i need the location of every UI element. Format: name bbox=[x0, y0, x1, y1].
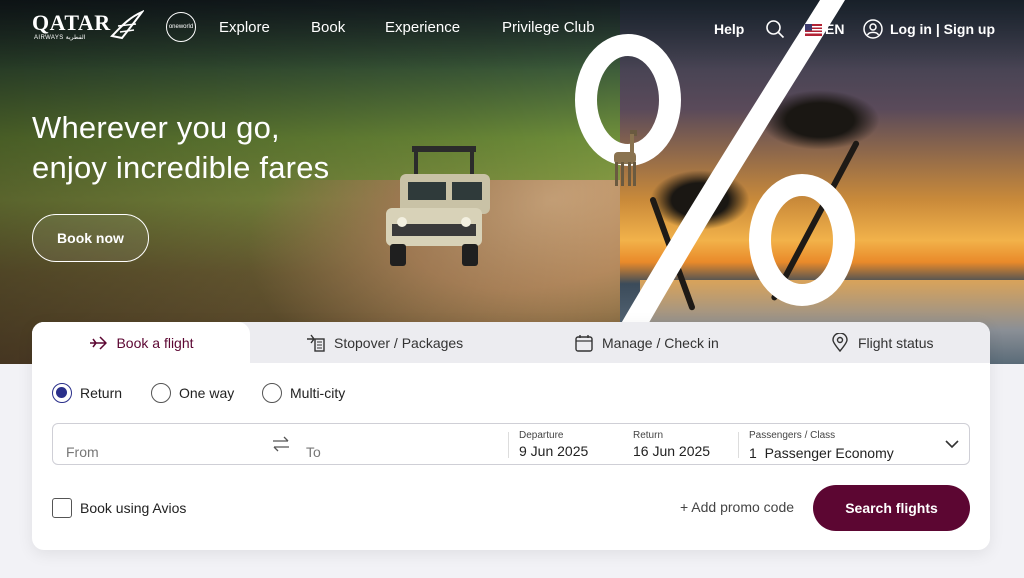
hero-headline-line1: Wherever you go, bbox=[32, 110, 280, 145]
departure-date[interactable]: 9 Jun 2025 bbox=[519, 443, 588, 459]
us-flag-icon bbox=[805, 24, 822, 36]
giraffe-image bbox=[614, 130, 637, 186]
nav-explore[interactable]: Explore bbox=[219, 19, 270, 36]
checkbox-box bbox=[52, 498, 72, 518]
tab-label: Book a flight bbox=[116, 334, 194, 351]
tab-label: Flight status bbox=[858, 334, 934, 351]
radio-dot bbox=[52, 383, 72, 403]
qatar-airways-logo[interactable]: QATAR AIRWAYS القطرية bbox=[32, 10, 144, 44]
hero-headline-line2: enjoy incredible fares bbox=[32, 150, 330, 185]
user-icon[interactable] bbox=[863, 19, 883, 39]
hotel-plane-icon bbox=[307, 334, 325, 352]
radio-return[interactable]: Return bbox=[52, 383, 122, 403]
book-now-button[interactable]: Book now bbox=[32, 214, 149, 262]
flight-search-row: From To Departure 9 Jun 2025 Return 16 J… bbox=[52, 423, 970, 465]
divider bbox=[738, 432, 739, 458]
hero-headline: Wherever you go, enjoy incredible fares bbox=[32, 108, 329, 188]
tab-stopover-packages[interactable]: Stopover / Packages bbox=[306, 322, 463, 363]
search-flights-button[interactable]: Search flights bbox=[813, 485, 970, 531]
help-link[interactable]: Help bbox=[714, 21, 744, 37]
return-label: Return bbox=[633, 430, 664, 441]
avios-label: Book using Avios bbox=[80, 500, 187, 516]
location-pin-icon bbox=[832, 332, 848, 352]
tab-book-a-flight[interactable]: Book a flight bbox=[32, 322, 250, 363]
safari-jeep-image bbox=[386, 146, 490, 266]
nav-book[interactable]: Book bbox=[311, 19, 345, 36]
from-field[interactable]: From bbox=[66, 444, 99, 460]
radio-label: One way bbox=[179, 385, 235, 401]
radio-label: Multi-city bbox=[290, 385, 346, 401]
nav-privilege-club[interactable]: Privilege Club bbox=[502, 19, 595, 36]
tab-label: Manage / Check in bbox=[602, 334, 719, 351]
passengers-class-select[interactable]: 1 Passenger Economy bbox=[749, 445, 894, 461]
oneworld-logo[interactable]: oneworld bbox=[166, 12, 196, 42]
tab-label: Stopover / Packages bbox=[334, 334, 464, 351]
chevron-down-icon[interactable] bbox=[944, 436, 960, 452]
language-selector[interactable]: EN bbox=[825, 21, 844, 37]
nav-experience[interactable]: Experience bbox=[385, 19, 460, 36]
radio-label: Return bbox=[80, 385, 123, 401]
radio-one-way[interactable]: One way bbox=[151, 383, 234, 403]
to-field[interactable]: To bbox=[306, 444, 321, 460]
radio-dot bbox=[151, 383, 171, 403]
oryx-icon bbox=[110, 10, 144, 40]
departure-label: Departure bbox=[519, 430, 564, 441]
calendar-icon bbox=[575, 334, 593, 352]
search-icon[interactable] bbox=[765, 19, 785, 39]
return-date[interactable]: 16 Jun 2025 bbox=[633, 443, 710, 459]
logo-subtext: AIRWAYS القطرية bbox=[34, 35, 86, 41]
login-signup-link[interactable]: Log in | Sign up bbox=[890, 21, 995, 37]
booking-widget: Book a flight Stopover / Packages Manage… bbox=[32, 322, 990, 550]
plane-icon bbox=[90, 335, 108, 350]
radio-dot bbox=[262, 383, 282, 403]
add-promo-code-link[interactable]: + Add promo code bbox=[680, 499, 794, 515]
booking-tabs: Book a flight Stopover / Packages Manage… bbox=[32, 322, 990, 363]
avios-checkbox[interactable]: Book using Avios bbox=[52, 498, 186, 518]
radio-multi-city[interactable]: Multi-city bbox=[262, 383, 345, 403]
logo-wordmark: QATAR bbox=[32, 10, 111, 35]
divider bbox=[508, 432, 509, 458]
tab-flight-status[interactable]: Flight status bbox=[830, 322, 933, 363]
top-navigation: QATAR AIRWAYS القطرية oneworld Explore B… bbox=[0, 0, 1024, 58]
tab-manage-check-in[interactable]: Manage / Check in bbox=[574, 322, 719, 363]
swap-icon[interactable] bbox=[272, 436, 290, 452]
passengers-label: Passengers / Class bbox=[749, 430, 836, 441]
